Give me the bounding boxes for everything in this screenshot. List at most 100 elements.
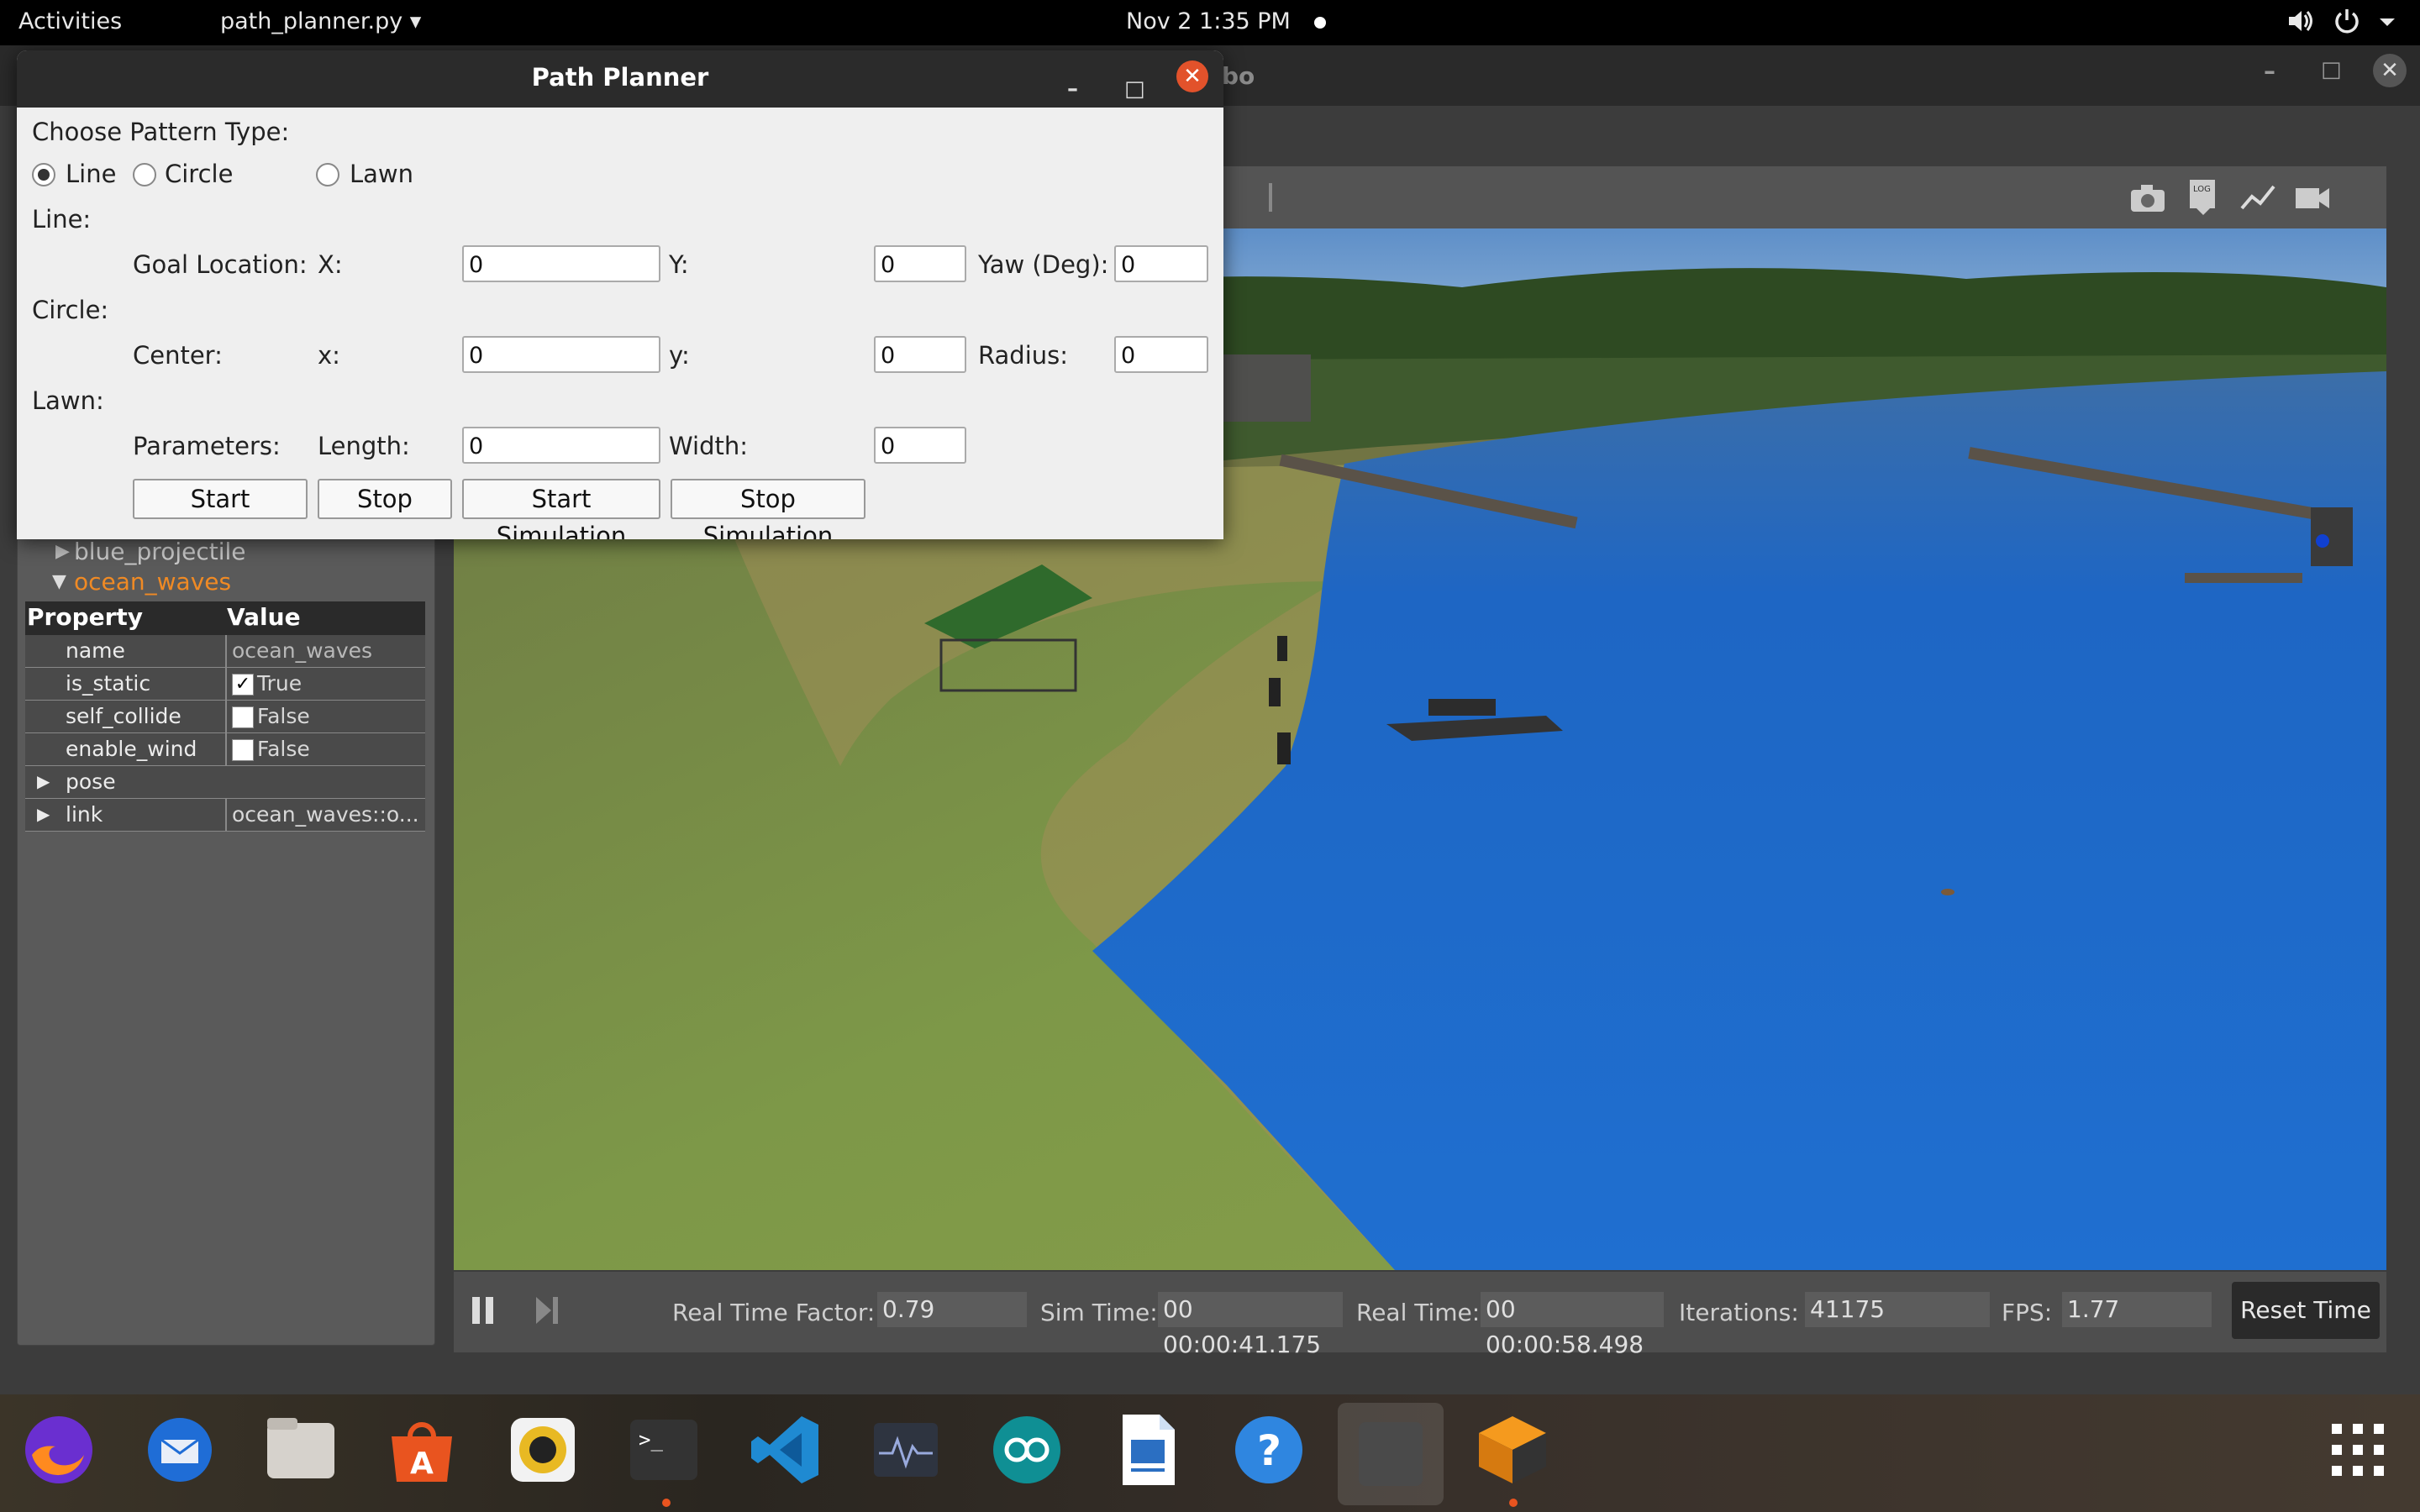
is-static-checkbox[interactable]: ✓ <box>232 674 254 696</box>
center-y-label: y: <box>669 341 690 370</box>
property-row[interactable]: is_static ✓ True <box>25 668 425 701</box>
screenshot-camera-icon[interactable] <box>2128 180 2168 220</box>
maximize-icon[interactable]: □ <box>2321 57 2342 82</box>
parameters-label: Parameters: <box>133 432 281 460</box>
vscode-icon[interactable] <box>746 1411 823 1488</box>
x-label: X: <box>318 250 343 279</box>
column-divider <box>225 799 227 831</box>
gazebo-blank-icon[interactable] <box>1338 1403 1444 1505</box>
real-time-label: Real Time: <box>1356 1299 1481 1326</box>
top-bar: Activities path_planner.py ▾ Nov 2 1:35 … <box>0 0 2420 45</box>
radio-line-label[interactable]: Line <box>66 160 116 188</box>
expand-arrow-icon[interactable]: ▶ <box>55 541 70 562</box>
enable-wind-checkbox[interactable] <box>232 739 254 761</box>
svg-text:A: A <box>410 1446 434 1481</box>
arduino-icon[interactable] <box>988 1411 1065 1488</box>
plot-icon[interactable] <box>2238 180 2279 220</box>
expand-arrow-icon[interactable]: ▶ <box>37 771 50 791</box>
property-row[interactable]: ▶ link ocean_waves::o... <box>25 799 425 832</box>
close-icon[interactable]: ✕ <box>1176 60 1208 92</box>
thunderbird-icon[interactable] <box>141 1411 218 1488</box>
yaw-label: Yaw (Deg): <box>978 250 1109 279</box>
svg-text:LOG: LOG <box>2193 185 2211 194</box>
property-row[interactable]: enable_wind False <box>25 733 425 766</box>
pause-icon[interactable] <box>469 1294 497 1333</box>
length-label: Length: <box>318 432 410 460</box>
chevron-down-icon[interactable] <box>2378 8 2396 39</box>
fps-label: FPS: <box>2002 1299 2053 1326</box>
activities-button[interactable]: Activities <box>18 8 122 34</box>
dialog-content: Choose Pattern Type: Line Circle Lawn Li… <box>17 108 1223 539</box>
rtf-value: 0.79 <box>877 1292 1027 1327</box>
minimize-icon[interactable]: – <box>2264 57 2275 85</box>
stop-simulation-button[interactable]: Stop Simulation <box>671 479 865 539</box>
writer-icon[interactable] <box>1109 1411 1186 1488</box>
show-apps-icon[interactable] <box>2319 1411 2396 1488</box>
volume-icon[interactable] <box>2286 7 2314 41</box>
center-x-input[interactable]: 0 <box>462 336 660 373</box>
property-value: ocean_waves <box>232 638 373 663</box>
step-icon[interactable] <box>533 1294 561 1333</box>
col-property-header: Property <box>27 603 144 631</box>
clock[interactable]: Nov 2 1:35 PM <box>1126 8 1291 34</box>
help-icon[interactable]: ? <box>1230 1411 1307 1488</box>
radius-input[interactable]: 0 <box>1114 336 1208 373</box>
property-value: False <box>257 737 310 761</box>
property-row[interactable]: self_collide False <box>25 701 425 733</box>
stop-button[interactable]: Stop <box>318 479 452 519</box>
length-input[interactable]: 0 <box>462 427 660 464</box>
rhythmbox-icon[interactable] <box>504 1411 581 1488</box>
app-menu[interactable]: path_planner.py ▾ <box>220 8 421 34</box>
radius-label: Radius: <box>978 341 1069 370</box>
property-value: ocean_waves::o... <box>232 802 419 827</box>
reset-time-button[interactable]: Reset Time <box>2232 1282 2380 1339</box>
tree-item-ocean-waves[interactable]: ▼ ocean_waves <box>52 568 231 596</box>
radio-lawn[interactable] <box>316 163 339 186</box>
log-icon[interactable]: LOG <box>2185 176 2222 222</box>
yaw-input[interactable]: 0 <box>1114 245 1208 282</box>
column-divider <box>225 635 227 667</box>
dock: A >_ ? <box>0 1394 2420 1512</box>
col-value-header: Value <box>227 603 301 631</box>
width-input[interactable]: 0 <box>874 427 966 464</box>
running-indicator-icon <box>662 1499 671 1507</box>
collapse-arrow-icon[interactable]: ▼ <box>52 571 66 592</box>
iterations-label: Iterations: <box>1679 1299 1799 1326</box>
start-button[interactable]: Start <box>133 479 308 519</box>
files-icon[interactable] <box>262 1411 339 1488</box>
property-key: self_collide <box>66 704 182 728</box>
video-record-icon[interactable] <box>2292 180 2333 220</box>
radio-lawn-label[interactable]: Lawn <box>350 160 413 188</box>
notification-dot-icon <box>1314 17 1326 29</box>
self-collide-checkbox[interactable] <box>232 706 254 728</box>
close-icon[interactable]: ✕ <box>2373 54 2407 87</box>
property-key: is_static <box>66 671 151 696</box>
goal-x-input[interactable]: 0 <box>462 245 660 282</box>
property-row[interactable]: name ocean_waves <box>25 635 425 668</box>
toolbar-separator <box>1269 183 1272 212</box>
terminal-icon[interactable]: >_ <box>625 1411 702 1488</box>
column-divider <box>225 668 227 700</box>
property-table: Property Value name ocean_waves is_stati… <box>25 601 425 832</box>
radio-circle[interactable] <box>133 163 156 186</box>
system-monitor-icon[interactable] <box>867 1411 944 1488</box>
property-header: Property Value <box>25 601 425 635</box>
goal-y-input[interactable]: 0 <box>874 245 966 282</box>
path-planner-dialog: Path Planner – □ ✕ Choose Pattern Type: … <box>17 50 1223 539</box>
radio-circle-label[interactable]: Circle <box>165 160 233 188</box>
app-center-icon[interactable]: A <box>383 1411 460 1488</box>
simulation-status-bar: Real Time Factor: 0.79 Sim Time: 00 00:0… <box>454 1272 2386 1358</box>
power-icon[interactable] <box>2333 7 2361 41</box>
tree-item-blue-projectile[interactable]: ▶ blue_projectile <box>55 538 246 565</box>
y-label: Y: <box>669 250 689 279</box>
start-simulation-button[interactable]: Start Simulation <box>462 479 660 539</box>
center-y-input[interactable]: 0 <box>874 336 966 373</box>
gazebo-icon[interactable] <box>1474 1411 1551 1488</box>
property-key: pose <box>66 769 116 794</box>
expand-arrow-icon[interactable]: ▶ <box>37 804 50 824</box>
property-row[interactable]: ▶ pose <box>25 766 425 799</box>
running-indicator-icon <box>1509 1499 1518 1507</box>
radio-line[interactable] <box>32 163 55 186</box>
circle-section-label: Circle: <box>32 296 109 324</box>
firefox-icon[interactable] <box>20 1411 97 1488</box>
